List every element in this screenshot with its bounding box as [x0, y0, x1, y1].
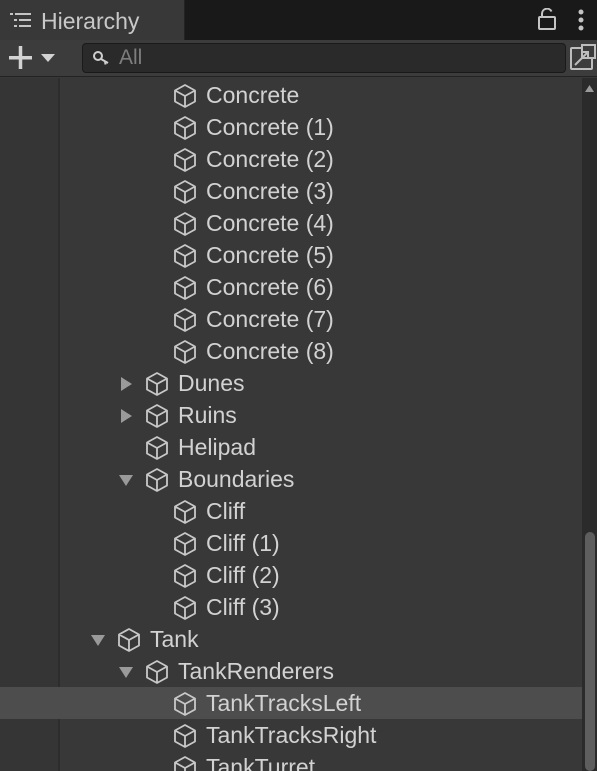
gameobject-cube-icon [174, 532, 196, 556]
add-dropdown-button[interactable] [6, 44, 62, 72]
tree-row-label: Concrete (6) [206, 274, 334, 300]
tree-row-label: Cliff (2) [206, 562, 280, 588]
tree-row-label: Concrete (4) [206, 210, 334, 236]
tree-row[interactable]: Concrete (3) [0, 175, 582, 207]
plus-icon [9, 46, 32, 69]
tree-row-label: TankRenderers [178, 658, 334, 684]
tree-row-label: Dunes [178, 370, 245, 396]
gameobject-cube-icon [174, 148, 196, 172]
tree-row[interactable]: Cliff [0, 495, 582, 527]
tree-row[interactable]: Concrete (6) [0, 271, 582, 303]
gameobject-cube-icon [174, 692, 196, 716]
tab-title: Hierarchy [41, 8, 140, 34]
tree-row-label: Concrete (3) [206, 178, 334, 204]
tree-row[interactable]: Concrete (2) [0, 143, 582, 175]
tree-row[interactable]: TankTurret [0, 751, 582, 771]
gameobject-cube-icon [146, 404, 168, 428]
tree-row-label: Tank [150, 626, 199, 652]
tree-row-label: Boundaries [178, 466, 295, 492]
hierarchy-tree: Concrete Concrete (1) Concrete (2) Concrete… [0, 78, 582, 771]
tab-hierarchy[interactable]: Hierarchy [0, 0, 185, 40]
expand-arrow-down-icon[interactable] [118, 472, 134, 488]
tree-row-label: Cliff (1) [206, 530, 280, 556]
gameobject-cube-icon [118, 628, 140, 652]
lock-icon[interactable] [538, 8, 556, 30]
tree-row[interactable]: Ruins [0, 399, 582, 431]
hierarchy-toolbar [0, 40, 597, 77]
tree-row-label: Concrete (7) [206, 306, 334, 332]
tree-row-label: TankTracksLeft [206, 690, 362, 716]
tree-row[interactable]: Concrete (5) [0, 239, 582, 271]
expand-arrow-down-icon[interactable] [118, 664, 134, 680]
more-vertical-icon[interactable] [576, 8, 586, 32]
gameobject-cube-icon [174, 724, 196, 748]
caret-down-icon [41, 54, 55, 62]
tree-row-label: Concrete (2) [206, 146, 334, 172]
gameobject-cube-icon [174, 116, 196, 140]
expand-arrow-down-icon[interactable] [90, 632, 106, 648]
tree-row[interactable]: Boundaries [0, 463, 582, 495]
tree-row[interactable]: TankTracksLeft [0, 687, 582, 719]
tree-row[interactable]: TankTracksRight [0, 719, 582, 751]
tree-row-label: TankTracksRight [206, 722, 377, 748]
tree-row-label: Helipad [178, 434, 256, 460]
hierarchy-list-icon [10, 13, 31, 27]
vertical-scrollbar[interactable] [582, 78, 597, 771]
hierarchy-window: Hierarchy All Concrete Concrete (1) Conc… [0, 0, 597, 771]
tree-row[interactable]: Dunes [0, 367, 582, 399]
tree-row-label: Concrete (8) [206, 338, 334, 364]
search-input[interactable] [119, 46, 549, 70]
gameobject-cube-icon [146, 436, 168, 460]
tree-row[interactable]: TankRenderers [0, 655, 582, 687]
tree-row-label: Cliff (3) [206, 594, 280, 620]
search-icon [93, 51, 109, 65]
gameobject-cube-icon [146, 372, 168, 396]
expand-arrow-right-icon[interactable] [118, 376, 134, 392]
gameobject-cube-icon [174, 308, 196, 332]
gameobject-cube-icon [174, 180, 196, 204]
tree-row[interactable]: Helipad [0, 431, 582, 463]
gameobject-cube-icon [174, 564, 196, 588]
gameobject-cube-icon [146, 660, 168, 684]
gameobject-cube-icon [174, 756, 196, 771]
tree-row[interactable]: Concrete (1) [0, 111, 582, 143]
gameobject-cube-icon [174, 596, 196, 620]
tree-row-label: Concrete (5) [206, 242, 334, 268]
gameobject-cube-icon [174, 212, 196, 236]
scrollbar-thumb[interactable] [585, 532, 595, 771]
tree-row-label: Concrete [206, 82, 300, 108]
tree-row[interactable]: Cliff (1) [0, 527, 582, 559]
scroll-up-arrow-icon[interactable] [584, 84, 595, 93]
tree-row[interactable]: Concrete (8) [0, 335, 582, 367]
gameobject-cube-icon [146, 468, 168, 492]
gameobject-cube-icon [174, 500, 196, 524]
tree-row[interactable]: Concrete [0, 79, 582, 111]
tree-row-label: TankTurret [206, 754, 316, 771]
search-field[interactable] [82, 43, 566, 73]
tree-row[interactable]: Cliff (2) [0, 559, 582, 591]
tree-row[interactable]: Concrete (7) [0, 303, 582, 335]
tree-row-label: Concrete (1) [206, 114, 334, 140]
open-scene-window-icon[interactable] [568, 43, 597, 73]
gameobject-cube-icon [174, 340, 196, 364]
tab-bar: Hierarchy [0, 0, 597, 40]
tree-row-label: Cliff [206, 498, 246, 524]
gameobject-cube-icon [174, 244, 196, 268]
tree-row[interactable]: Tank [0, 623, 582, 655]
gameobject-cube-icon [174, 84, 196, 108]
tree-row-label: Ruins [178, 402, 237, 428]
gameobject-cube-icon [174, 276, 196, 300]
tree-row[interactable]: Concrete (4) [0, 207, 582, 239]
tree-row[interactable]: Cliff (3) [0, 591, 582, 623]
expand-arrow-right-icon[interactable] [118, 408, 134, 424]
